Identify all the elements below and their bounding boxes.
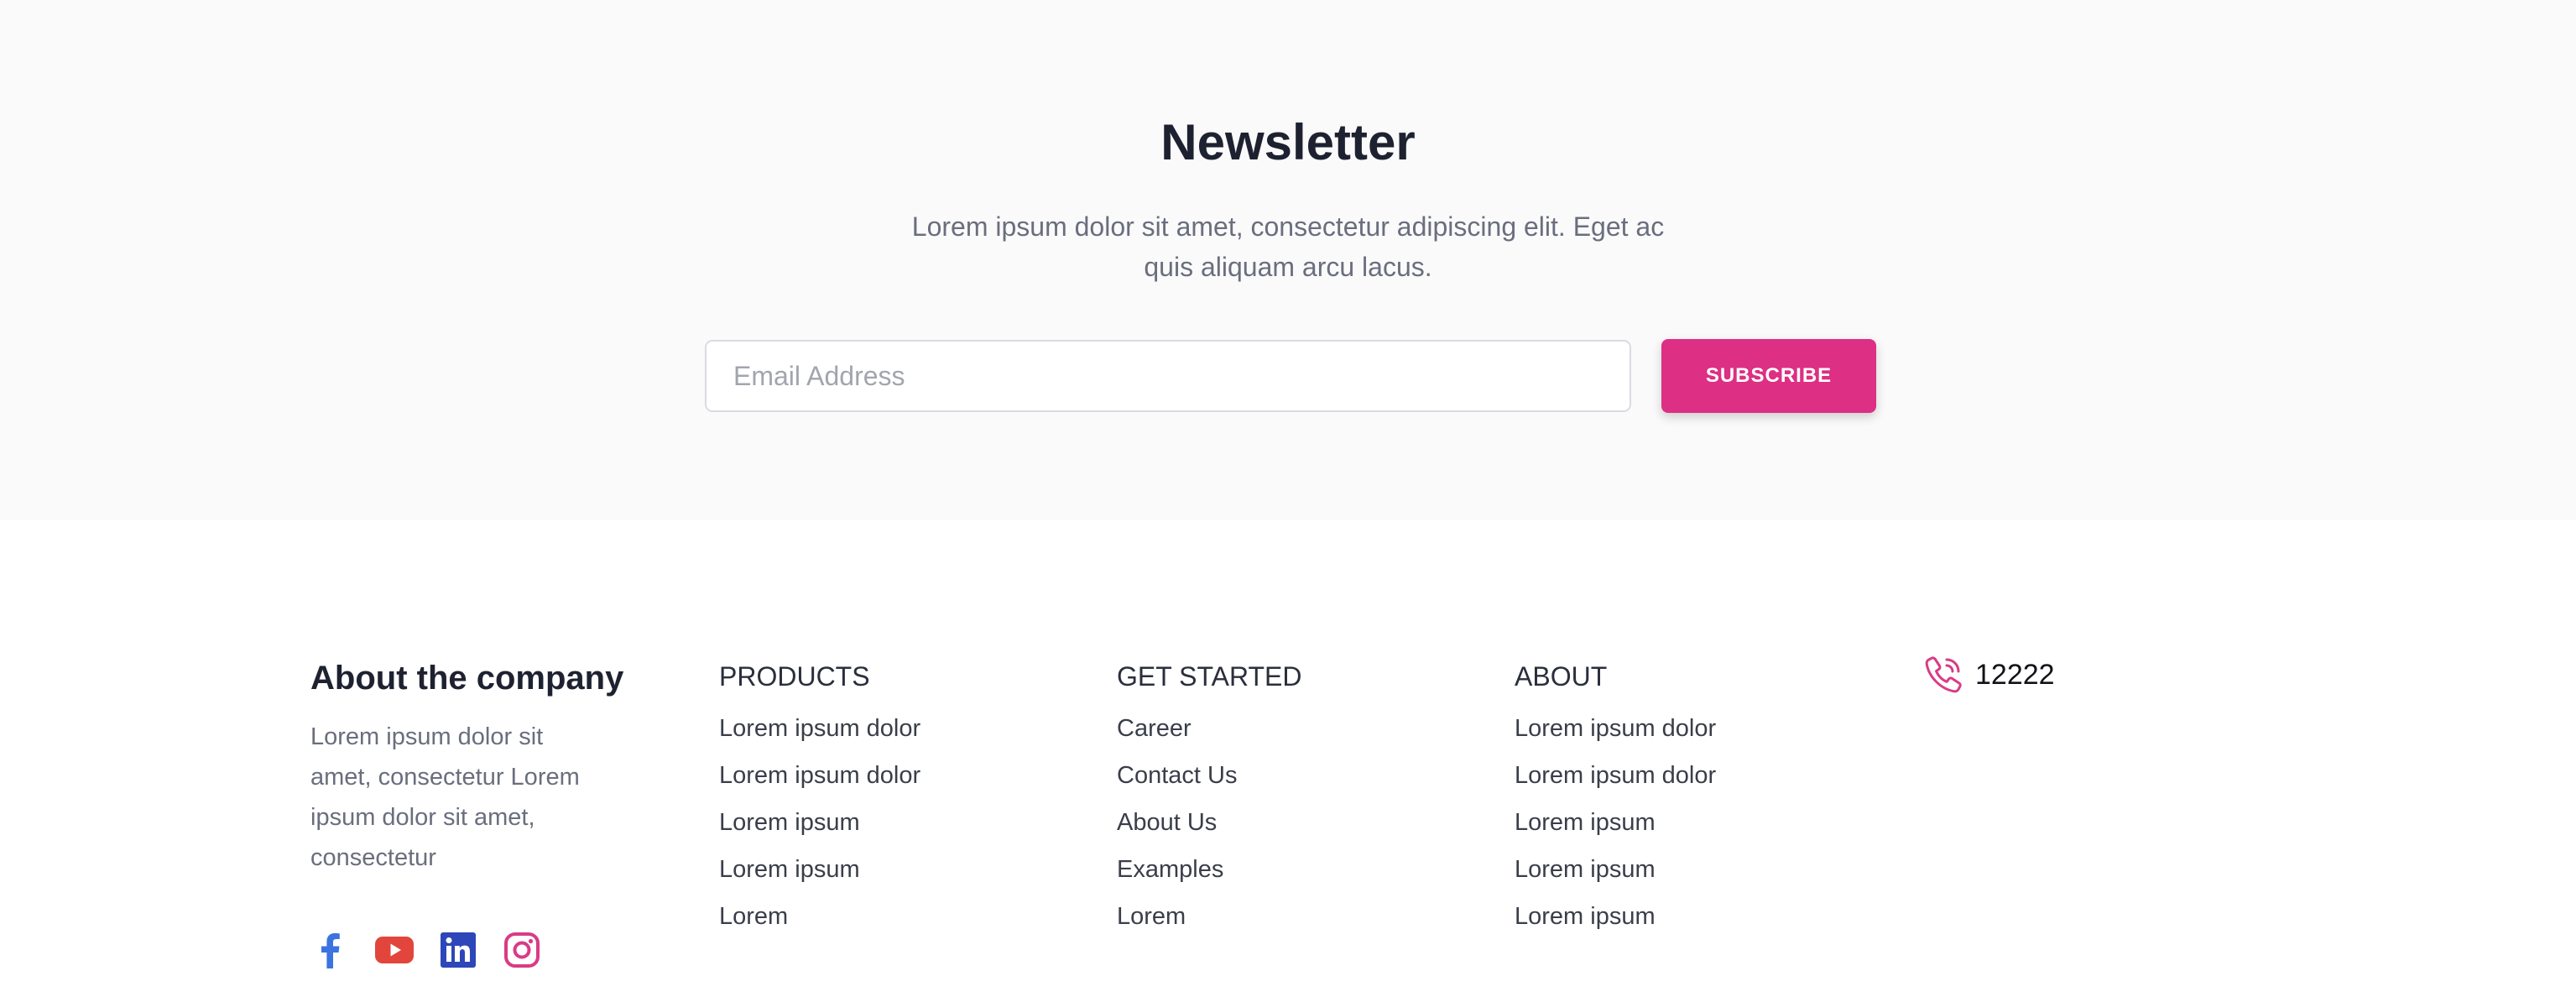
footer-link[interactable]: Career [1117,705,1452,752]
footer-link[interactable]: Lorem ipsum [1515,846,1850,893]
newsletter-title: Newsletter [1160,114,1416,170]
phone-icon [1923,655,1963,695]
instagram-icon[interactable] [502,930,542,970]
column-title: ABOUT [1515,661,1608,692]
footer-link[interactable]: Contact Us [1117,752,1452,799]
footer-link[interactable]: Lorem ipsum dolor [1515,752,1850,799]
column-title: PRODUCTS [719,661,870,692]
phone-contact[interactable]: 12222 [1923,655,2055,695]
footer-column-products: PRODUCTS Lorem ipsum dolor Lorem ipsum d… [719,658,1055,940]
newsletter-description: Lorem ipsum dolor sit amet, consectetur … [911,211,1665,282]
social-links [310,927,542,974]
footer-link[interactable]: About Us [1117,799,1452,846]
footer-link[interactable]: Lorem ipsum [1515,893,1850,940]
footer-link[interactable]: Lorem ipsum [719,846,1055,893]
newsletter-section: Newsletter Lorem ipsum dolor sit amet, c… [0,0,2576,520]
footer-link[interactable]: Lorem ipsum dolor [1515,705,1850,752]
footer-column-get-started: GET STARTED Career Contact Us About Us E… [1117,658,1452,940]
linkedin-icon[interactable] [438,930,478,970]
footer-link[interactable]: Lorem [719,893,1055,940]
phone-number: 12222 [1975,659,2055,691]
footer-link[interactable]: Lorem ipsum [719,799,1055,846]
footer-link[interactable]: Lorem ipsum dolor [719,705,1055,752]
footer-link[interactable]: Lorem ipsum [1515,799,1850,846]
footer-link[interactable]: Lorem ipsum dolor [719,752,1055,799]
youtube-icon[interactable] [374,930,415,970]
about-company-block: About the company Lorem ipsum dolor sit … [310,655,629,878]
footer-column-about: ABOUT Lorem ipsum dolor Lorem ipsum dolo… [1515,658,1850,940]
footer-link[interactable]: Examples [1117,846,1452,893]
column-title: GET STARTED [1117,661,1302,692]
footer-link[interactable]: Lorem [1117,893,1452,940]
subscribe-button[interactable]: SUBSCRIBE [1661,339,1876,413]
about-text: Lorem ipsum dolor sit amet, consectetur … [310,723,580,871]
about-title: About the company [310,660,624,697]
facebook-icon[interactable] [310,930,351,970]
email-input[interactable] [705,340,1631,412]
